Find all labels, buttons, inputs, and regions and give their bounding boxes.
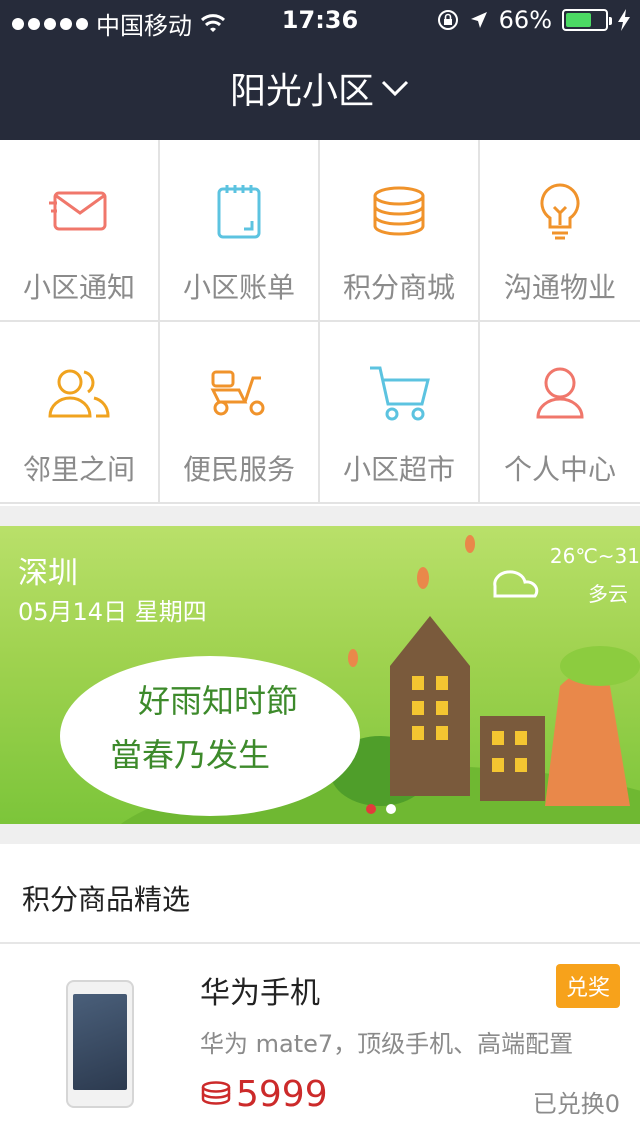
grid-item-label: 小区账单 [182, 271, 295, 304]
weather-banner[interactable]: 深圳 05月14日 星期四 26℃~31 多云 好雨知时節 當春乃发生 [0, 526, 640, 824]
grid-item-profile[interactable]: 个人中心 [480, 322, 640, 504]
page-title: 阳光小区 [229, 71, 374, 112]
banner-city: 深圳 [18, 556, 78, 591]
poem-line-1: 好雨知时節 [138, 682, 299, 720]
status-right: 66% [437, 6, 630, 34]
pager-dot-active[interactable] [366, 804, 376, 814]
product-item[interactable]: 华为手机 兑奖 华为 mate7，顶级手机、高端配置 5999 已兑换0 [0, 944, 640, 1136]
product-image [66, 980, 134, 1108]
status-bar: 中国移动 17:36 66% [0, 0, 640, 40]
chevron-down-icon [381, 80, 409, 97]
grid-item-property[interactable]: 沟通物业 [480, 140, 640, 322]
banner-weather: 多云 [588, 582, 628, 606]
product-description: 华为 mate7，顶级手机、高端配置 [200, 1030, 574, 1058]
top-bar: 中国移动 17:36 66% 阳光小区 [0, 0, 640, 140]
price-value: 5999 [236, 1074, 328, 1115]
grid-item-label: 小区超市 [342, 453, 455, 486]
grid-item-label: 便民服务 [182, 453, 295, 486]
grid-item-label: 小区通知 [22, 271, 135, 304]
people-icon [44, 358, 114, 428]
charging-bolt-icon [618, 9, 630, 31]
points-section: 积分商品精选 华为手机 兑奖 华为 mate7，顶级手机、高端配置 5999 已… [0, 844, 640, 1136]
shopping-cart-icon [364, 358, 434, 428]
community-selector[interactable]: 阳光小区 [0, 62, 640, 114]
grid-item-label: 积分商城 [342, 271, 455, 304]
speech-bubble: 好雨知时節 當春乃发生 [60, 656, 360, 816]
banner-temperature: 26℃~31 [549, 544, 640, 568]
grid-item-notice[interactable]: 小区通知 [0, 140, 160, 322]
battery-fill [566, 13, 592, 27]
envelope-icon [44, 176, 114, 246]
battery-icon [562, 9, 612, 31]
redeemed-count: 已兑换0 [532, 1090, 620, 1118]
grid-item-label: 个人中心 [503, 453, 616, 486]
coins-stack-icon [364, 176, 434, 246]
lightbulb-icon [525, 176, 595, 246]
location-arrow-icon [470, 12, 487, 28]
battery-percent: 66% [498, 6, 552, 34]
redeem-badge[interactable]: 兑奖 [555, 964, 620, 1008]
grid-item-bill[interactable]: 小区账单 [160, 140, 320, 322]
rotation-lock-icon [437, 10, 458, 30]
banner-pager[interactable] [366, 804, 396, 814]
phone-screen [73, 994, 127, 1090]
feature-grid: 小区通知 小区账单 积分商城 沟通物业 邻里之间 便民服务 小区超市 个人中心 [0, 140, 640, 506]
person-icon [525, 358, 595, 428]
poem-line-2: 當春乃发生 [110, 736, 271, 774]
grid-item-supermarket[interactable]: 小区超市 [320, 322, 480, 504]
grid-item-neighbors[interactable]: 邻里之间 [0, 322, 160, 504]
grid-item-services[interactable]: 便民服务 [160, 322, 320, 504]
coins-icon [201, 1080, 231, 1105]
pager-dot[interactable] [386, 804, 396, 814]
grid-item-points-mall[interactable]: 积分商城 [320, 140, 480, 322]
notepad-icon [204, 176, 274, 246]
grid-item-label: 邻里之间 [22, 453, 135, 486]
section-title: 积分商品精选 [22, 883, 191, 916]
banner-date: 05月14日 星期四 [18, 598, 207, 626]
product-name: 华为手机 [200, 976, 320, 1011]
product-price: 5999 [200, 1074, 328, 1115]
scooter-icon [204, 358, 274, 428]
grid-item-label: 沟通物业 [503, 271, 616, 304]
